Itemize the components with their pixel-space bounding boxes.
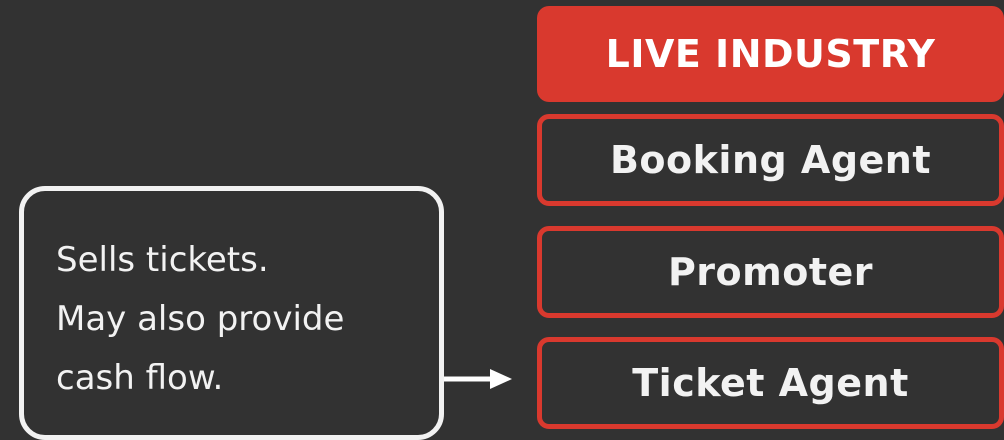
promoter-box: Promoter <box>537 226 1004 318</box>
callout-arrow <box>444 369 512 389</box>
callout-line-2: May also provide <box>56 299 345 339</box>
ticket-agent-box: Ticket Agent <box>537 337 1004 429</box>
live-industry-header: LIVE INDUSTRY <box>537 6 1004 102</box>
callout-line-1: Sells tickets. <box>56 240 269 280</box>
callout-line-3: cash flow. <box>56 358 224 398</box>
ticket-agent-callout: Sells tickets. May also provide cash flo… <box>19 186 444 440</box>
booking-agent-box: Booking Agent <box>537 114 1004 206</box>
arrow-head <box>490 369 512 389</box>
